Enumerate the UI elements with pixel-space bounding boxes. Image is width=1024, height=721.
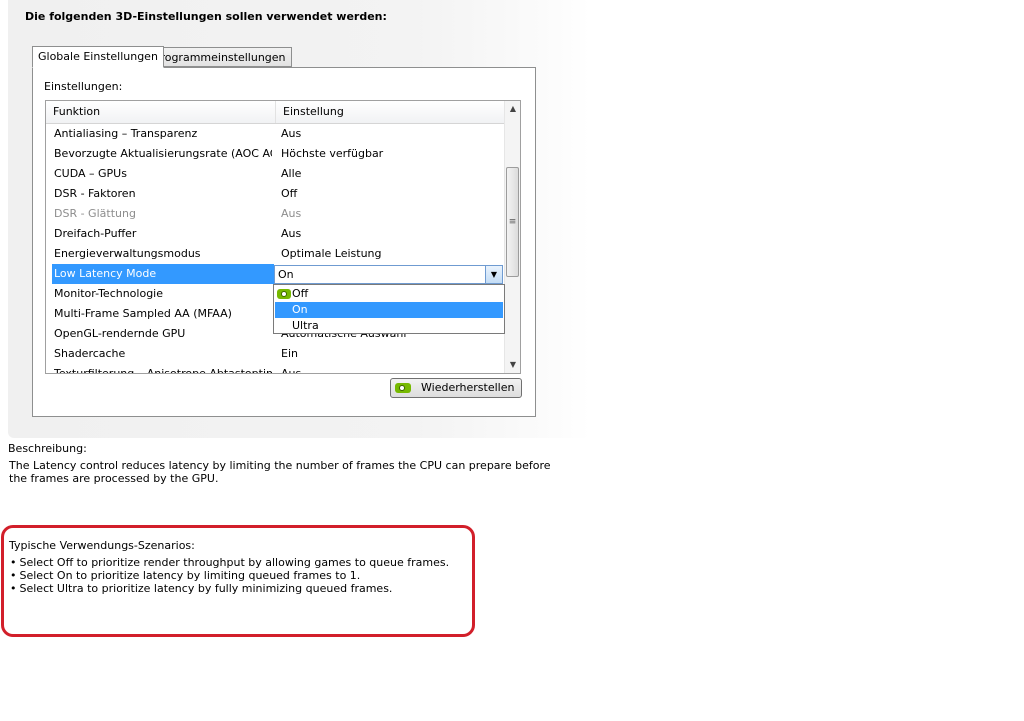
row-function: Antialiasing – Transparenz	[54, 127, 198, 140]
row-function: Multi-Frame Sampled AA (MFAA)	[54, 307, 232, 320]
description-label: Beschreibung:	[8, 442, 87, 455]
combobox-value: On	[278, 268, 294, 281]
settings-label: Einstellungen:	[44, 80, 123, 93]
row-function: Dreifach-Puffer	[54, 227, 137, 240]
option-label: On	[292, 303, 308, 316]
dropdown-option-on[interactable]: On	[275, 302, 503, 318]
scroll-up-icon[interactable]: ▲	[505, 101, 520, 117]
option-label: Ultra	[292, 319, 319, 332]
table-row[interactable]: Dreifach-Puffer Aus	[46, 224, 504, 244]
dropdown-option-off[interactable]: Off	[275, 286, 503, 302]
low-latency-combobox[interactable]: On ▼	[274, 265, 503, 284]
row-setting: Höchste verfügbar	[281, 147, 384, 160]
tab-global-settings[interactable]: Globale Einstellungen	[32, 46, 164, 68]
description-text: The Latency control reduces latency by l…	[9, 459, 551, 485]
option-label: Off	[292, 287, 309, 300]
table-row[interactable]: Energieverwaltungsmodus Optimale Leistun…	[46, 244, 504, 264]
usage-scenarios-highlight: Typische Verwendungs-Szenarios: Select O…	[1, 525, 475, 637]
nvidia-logo-icon	[277, 289, 291, 299]
page-heading: Die folgenden 3D-Einstellungen sollen ve…	[25, 10, 387, 23]
dropdown-option-ultra[interactable]: Ultra	[275, 318, 503, 334]
list-item: Select Ultra to prioritize latency by fu…	[10, 582, 449, 595]
scrollbar-thumb[interactable]: ≡	[506, 167, 519, 277]
row-setting: Off	[281, 187, 298, 200]
vertical-scrollbar[interactable]: ▲ ≡ ▼	[504, 101, 520, 373]
column-header-function[interactable]: Funktion	[46, 101, 100, 123]
row-setting: Aus	[281, 367, 302, 374]
row-setting: Optimale Leistung	[281, 247, 382, 260]
row-setting: Alle	[281, 167, 302, 180]
row-function: Energieverwaltungsmodus	[54, 247, 201, 260]
table-row-disabled: DSR - Glättung Aus	[46, 204, 504, 224]
low-latency-dropdown-list: Off On Ultra	[273, 284, 505, 334]
table-row[interactable]: Bevorzugte Aktualisierungsrate (AOC AG2.…	[46, 144, 504, 164]
list-item: Select On to prioritize latency by limit…	[10, 569, 449, 582]
restore-button[interactable]: Wiederherstellen	[390, 378, 522, 398]
row-function: CUDA – GPUs	[54, 167, 127, 180]
row-function: Bevorzugte Aktualisierungsrate (AOC AG2.…	[54, 147, 272, 160]
row-function: OpenGL-rendernde GPU	[54, 327, 186, 340]
table-row[interactable]: Texturfilterung – Anisotrope Abtastoptim…	[46, 364, 504, 374]
row-function: Low Latency Mode	[54, 267, 157, 280]
table-row[interactable]: CUDA – GPUs Alle	[46, 164, 504, 184]
row-setting: Aus	[281, 227, 302, 240]
list-item: Select Off to prioritize render throughp…	[10, 556, 450, 569]
row-function: DSR - Glättung	[54, 207, 136, 220]
nvidia-logo-icon	[395, 383, 411, 393]
row-setting: Ein	[281, 347, 298, 360]
scenarios-list: Select Off to prioritize render throughp…	[10, 556, 450, 595]
table-row[interactable]: Shadercache Ein	[46, 344, 504, 364]
row-function: Texturfilterung – Anisotrope Abtastoptim…	[54, 367, 272, 374]
row-setting: Aus	[281, 127, 302, 140]
restore-button-label: Wiederherstellen	[421, 381, 515, 394]
row-function: Shadercache	[54, 347, 126, 360]
table-row-selected[interactable]: Low Latency Mode On ▼	[46, 264, 504, 284]
row-function: Monitor-Technologie	[54, 287, 164, 300]
tab-panel: Einstellungen: Funktion Einstellung Anti…	[32, 67, 536, 417]
tab-program-settings[interactable]: Programmeinstellungen	[148, 47, 292, 67]
row-function: DSR - Faktoren	[54, 187, 136, 200]
scroll-down-icon[interactable]: ▼	[505, 357, 520, 373]
list-header: Funktion Einstellung	[46, 101, 504, 124]
row-setting: Aus	[281, 207, 302, 220]
scenarios-title: Typische Verwendungs-Szenarios:	[9, 539, 195, 552]
table-row[interactable]: Antialiasing – Transparenz Aus	[46, 124, 504, 144]
chevron-down-icon[interactable]: ▼	[485, 266, 502, 283]
table-row[interactable]: DSR - Faktoren Off	[46, 184, 504, 204]
column-header-setting[interactable]: Einstellung	[275, 101, 344, 123]
